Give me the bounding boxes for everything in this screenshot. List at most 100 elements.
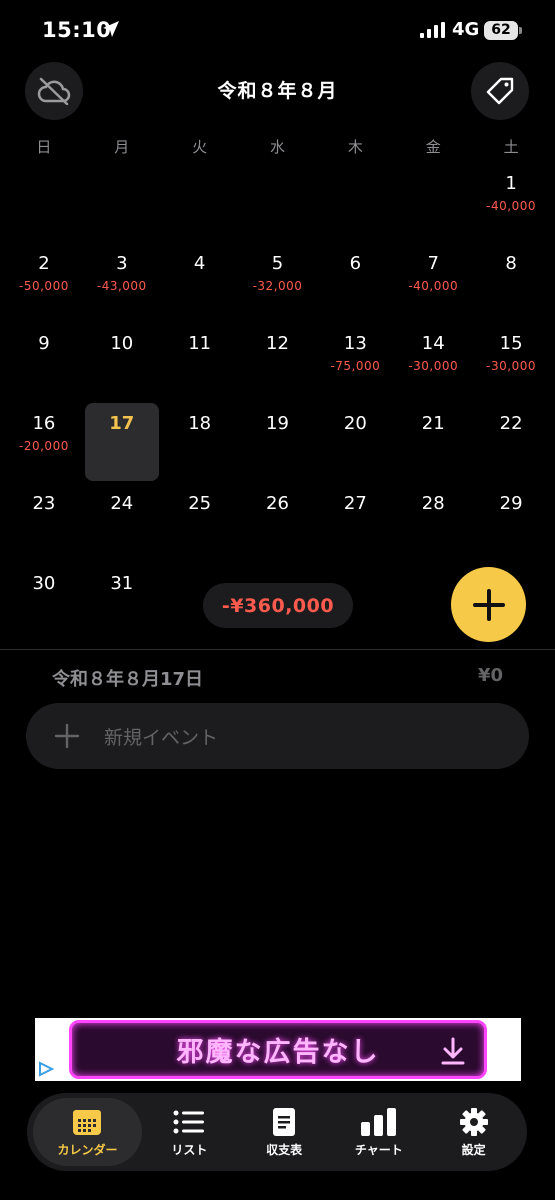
weekday-label: 火: [192, 138, 208, 156]
calendar-day-cell[interactable]: 5 -32,000: [239, 243, 317, 323]
weekday-label: 土: [503, 138, 519, 156]
calendar-empty-cell: [316, 163, 394, 243]
new-event-button[interactable]: 新規イベント: [26, 703, 529, 769]
tab-label: 収支表: [266, 1142, 303, 1157]
calendar-week: 16 -20,000 17 18 19 20 21 22: [5, 403, 550, 483]
tag-button[interactable]: [471, 62, 529, 120]
day-amount: -50,000: [19, 279, 69, 293]
ad-banner-graphic[interactable]: 邪魔な広告なし: [69, 1020, 487, 1079]
calendar-day-cell[interactable]: 4: [161, 243, 239, 323]
calendar-day-cell[interactable]: 31: [83, 563, 161, 643]
calendar-day-cell[interactable]: 24: [83, 483, 161, 563]
calendar-day-cell[interactable]: 23: [5, 483, 83, 563]
weekday-label: 金: [425, 138, 441, 156]
calendar-week: 9 10 11 12 13 -75,000 14 -30,000 15 -30,000: [5, 323, 550, 403]
calendar-day-cell[interactable]: 21: [394, 403, 472, 483]
day-amount: -20,000: [19, 439, 69, 453]
calendar-day-cell[interactable]: 15 -30,000: [472, 323, 550, 403]
calendar-day-cell[interactable]: 3 -43,000: [83, 243, 161, 323]
calendar-day-cell[interactable]: 19: [239, 403, 317, 483]
tab-settings[interactable]: 設定: [426, 1098, 521, 1166]
calendar-day-cell[interactable]: 28: [394, 483, 472, 563]
calendar-week: 1 -40,000: [5, 163, 550, 243]
day-number: 13: [343, 333, 367, 354]
day-number: 11: [188, 333, 212, 354]
network-type: 4G: [452, 19, 480, 40]
divider: [0, 649, 555, 650]
day-number: 28: [421, 493, 445, 514]
day-number: 23: [32, 493, 56, 514]
tab-calendar[interactable]: カレンダー: [33, 1098, 142, 1166]
day-number: 14: [421, 333, 445, 354]
day-number: 22: [499, 413, 523, 434]
tab-balance-sheet[interactable]: 収支表: [237, 1098, 332, 1166]
day-number: 15: [499, 333, 523, 354]
download-icon: [441, 1037, 465, 1065]
calendar-day-cell[interactable]: 10: [83, 323, 161, 403]
calendar-day-cell[interactable]: 29: [472, 483, 550, 563]
calendar-day-cell[interactable]: 2 -50,000: [5, 243, 83, 323]
cellular-signal-icon: [420, 22, 446, 42]
calendar-day-cell[interactable]: 18: [161, 403, 239, 483]
add-event-button[interactable]: [451, 567, 526, 642]
plus-icon: [54, 723, 80, 749]
day-number: 24: [110, 493, 134, 514]
day-number: 3: [116, 253, 128, 274]
day-number: 1: [505, 173, 517, 194]
calendar-day-cell[interactable]: 20: [316, 403, 394, 483]
tab-list[interactable]: リスト: [142, 1098, 237, 1166]
day-amount: -75,000: [330, 359, 381, 373]
gear-icon: [459, 1107, 488, 1136]
calendar-day-cell[interactable]: 22: [472, 403, 550, 483]
battery-icon: 62: [484, 21, 522, 40]
day-number: 31: [110, 573, 134, 594]
day-number: 9: [38, 333, 50, 354]
calendar-day-cell[interactable]: 8: [472, 243, 550, 323]
calendar-day-cell[interactable]: 25: [161, 483, 239, 563]
adchoices-icon[interactable]: [37, 1061, 55, 1077]
tab-bar: カレンダー リスト 収支表 チャート 設定: [27, 1093, 527, 1171]
calendar-day-cell[interactable]: 17: [83, 403, 161, 483]
tab-chart[interactable]: チャート: [331, 1098, 426, 1166]
day-number: 29: [499, 493, 523, 514]
status-bar: 15:10 4G 62: [0, 0, 555, 62]
weekday-label: 水: [270, 138, 286, 156]
weekday-label: 木: [347, 138, 363, 156]
day-number: 19: [266, 413, 289, 434]
month-total-badge[interactable]: -¥360,000: [203, 583, 353, 628]
calendar-day-cell[interactable]: 7 -40,000: [394, 243, 472, 323]
calendar-empty-cell: [5, 163, 83, 243]
calendar-empty-cell: [83, 163, 161, 243]
calendar-day-cell[interactable]: 12: [239, 323, 317, 403]
day-number: 2: [38, 253, 50, 274]
calendar-day-cell[interactable]: 16 -20,000: [5, 403, 83, 483]
calendar-day-cell[interactable]: 9: [5, 323, 83, 403]
day-number: 30: [32, 573, 56, 594]
calendar-day-cell[interactable]: 11: [161, 323, 239, 403]
calendar-grid: 1 -40,000 2 -50,000 3 -43,000 4 5 -32,000 6 7 -40,0…: [5, 163, 550, 643]
weekday-label: 日: [36, 138, 52, 156]
calendar-day-cell[interactable]: 13 -75,000: [316, 323, 394, 403]
day-number: 8: [505, 253, 517, 274]
status-time: 15:10: [42, 18, 112, 42]
calendar-empty-cell: [161, 163, 239, 243]
ad-banner[interactable]: 邪魔な広告なし: [35, 1018, 521, 1081]
tab-label: 設定: [461, 1142, 486, 1157]
calendar-day-cell[interactable]: 6: [316, 243, 394, 323]
plus-icon: [472, 588, 505, 621]
calendar-day-cell[interactable]: 30: [5, 563, 83, 643]
day-number: 18: [188, 413, 212, 434]
day-amount: -32,000: [252, 279, 303, 293]
calendar-day-cell[interactable]: 27: [316, 483, 394, 563]
calendar-empty-cell: [394, 163, 472, 243]
calendar-week: 23 24 25 26 27 28 29: [5, 483, 550, 563]
tab-label: カレンダー: [57, 1142, 118, 1157]
document-icon: [273, 1107, 296, 1136]
calendar-day-cell[interactable]: 1 -40,000: [472, 163, 550, 243]
selected-day-total: ¥0: [477, 665, 503, 686]
calendar-week: 2 -50,000 3 -43,000 4 5 -32,000 6 7 -40,000 8: [5, 243, 550, 323]
calendar-day-cell[interactable]: 14 -30,000: [394, 323, 472, 403]
calendar-day-cell[interactable]: 26: [239, 483, 317, 563]
selected-day-title: 令和８年８月17日: [52, 669, 204, 690]
day-number: 10: [110, 333, 134, 354]
